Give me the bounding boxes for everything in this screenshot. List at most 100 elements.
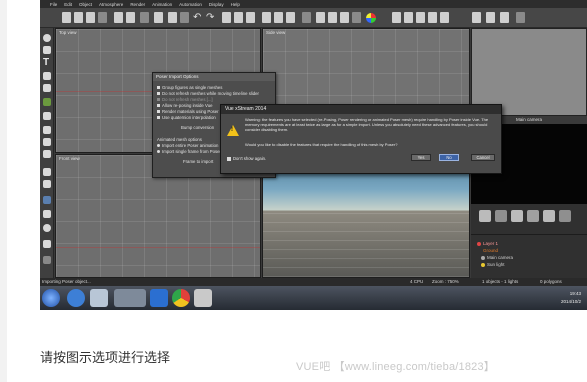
open-scene-icon[interactable] [74,12,83,23]
atmosphere-icon[interactable] [154,12,163,23]
move-icon[interactable] [262,12,271,23]
cloud-icon[interactable] [43,126,51,134]
zoom-out-icon[interactable] [404,12,413,23]
left-tool-column: T [40,28,54,278]
vue-app-icon[interactable] [194,289,212,307]
menu-bar: File Edit Object Atmosphere Render Anima… [40,0,587,8]
paste-icon[interactable] [246,12,255,23]
plant-icon[interactable] [43,98,51,106]
chrome-icon[interactable] [172,289,190,307]
figure-icon[interactable] [43,168,51,176]
anim-options-header: Animated mesh options [157,137,202,142]
app-icon[interactable] [90,289,108,307]
dont-show-again-checkbox[interactable]: Don't show again. [227,156,266,161]
boolean-icon[interactable] [340,12,349,23]
thumb-icon[interactable] [543,210,555,222]
thumb-icon[interactable] [511,210,523,222]
water-icon[interactable] [43,84,51,92]
animation-wizard-icon[interactable] [500,12,509,23]
page-edge-bar [0,0,7,382]
save-scene-icon[interactable] [86,12,95,23]
dialog-title: Poser Import Options [153,73,275,81]
world-item-camera[interactable]: Main camera [481,255,513,260]
radio-import-single[interactable]: Import single frame from Poser [157,149,221,154]
sun-light-icon[interactable] [43,138,51,146]
group-icon[interactable] [316,12,325,23]
option-no-refresh[interactable]: Do not refresh meshes while moving timel… [157,91,259,96]
color-palette-icon[interactable] [366,13,376,23]
light-bulb-icon[interactable] [43,224,51,232]
tray-date: 2014/10/2 [560,299,581,304]
link-icon[interactable] [302,12,311,23]
yes-button[interactable]: Yes [411,154,431,161]
rock-icon[interactable] [43,112,51,120]
layout-icon[interactable] [440,12,449,23]
zoom-in-icon[interactable] [392,12,401,23]
redo-icon[interactable]: ↷ [206,12,214,23]
undo-icon[interactable]: ↶ [193,12,201,23]
thumb-icon[interactable] [479,210,491,222]
cube-icon[interactable] [43,46,51,54]
rotate-icon[interactable] [274,12,283,23]
vue-screenshot: File Edit Object Atmosphere Render Anima… [40,0,587,310]
thumb-icon[interactable] [559,210,571,222]
world-item-sun[interactable]: Sun light [481,262,505,267]
menu-display[interactable]: Display [209,2,224,7]
camera-manager-icon[interactable] [472,12,481,23]
terrain-tool-icon[interactable] [43,72,51,80]
ie-icon[interactable] [150,289,168,307]
load-object-icon[interactable] [43,180,51,188]
menu-render[interactable]: Render [130,2,145,7]
extra-tool-icon[interactable] [43,256,51,264]
viewport-axis [56,247,260,248]
status-polygons: 0 polygons [540,279,562,284]
explorer-icon[interactable] [114,289,146,307]
camera-tool-icon[interactable] [43,150,51,158]
browser-k-icon[interactable] [67,289,85,307]
world-browser: Layer 1 Ground Main camera Sun light [471,234,587,278]
thumb-icon[interactable] [495,210,507,222]
spline-icon[interactable] [43,210,51,218]
render-icon[interactable] [126,12,135,23]
options-icon[interactable] [516,12,525,23]
sphere-icon[interactable] [43,34,51,42]
menu-animation[interactable]: Animation [152,2,172,7]
timeline-icon[interactable] [486,12,495,23]
option-render-materials[interactable]: Render materials using Poser [157,109,219,114]
material-icon[interactable] [180,12,189,23]
caption-text: 请按图示选项进行选择 [40,350,171,365]
menu-help[interactable]: Help [231,2,240,7]
start-button-icon[interactable] [42,289,60,307]
menu-automation[interactable]: Automation [179,2,202,7]
preview-icon[interactable] [140,12,149,23]
no-button[interactable]: No [439,154,459,161]
cancel-button[interactable]: Cancel [471,154,495,161]
scale-icon[interactable] [286,12,295,23]
metablob-icon[interactable] [352,12,361,23]
pan-icon[interactable] [428,12,437,23]
menu-atmosphere[interactable]: Atmosphere [99,2,123,7]
xstream-warning-dialog: Vue xStream 2014 ! Warning: the features… [220,104,502,174]
option-reposing[interactable]: Allow re-posing inside Vue [157,103,212,108]
menu-edit[interactable]: Edit [64,2,72,7]
material-editor-icon[interactable] [43,196,51,204]
menu-object[interactable]: Object [79,2,92,7]
radio-import-entire[interactable]: Import entire Poser animation [157,143,218,148]
fx-icon[interactable] [43,240,51,248]
cut-icon[interactable] [222,12,231,23]
new-scene-icon[interactable] [62,12,71,23]
option-group-figures[interactable]: Group figures as single meshes [157,85,222,90]
world-item-ground[interactable]: Ground [483,248,498,253]
text-icon[interactable]: T [43,58,49,68]
thumb-icon[interactable] [527,210,539,222]
zoom-fit-icon[interactable] [416,12,425,23]
copy-icon[interactable] [234,12,243,23]
option-quaternion[interactable]: Use quaternion interpolation [157,115,216,120]
camera-preview [471,28,587,116]
menu-file[interactable]: File [50,2,57,7]
render-options-icon[interactable] [114,12,123,23]
ungroup-icon[interactable] [328,12,337,23]
world-item-layer[interactable]: Layer 1 [477,241,498,246]
print-icon[interactable] [98,12,107,23]
terrain-icon[interactable] [168,12,177,23]
